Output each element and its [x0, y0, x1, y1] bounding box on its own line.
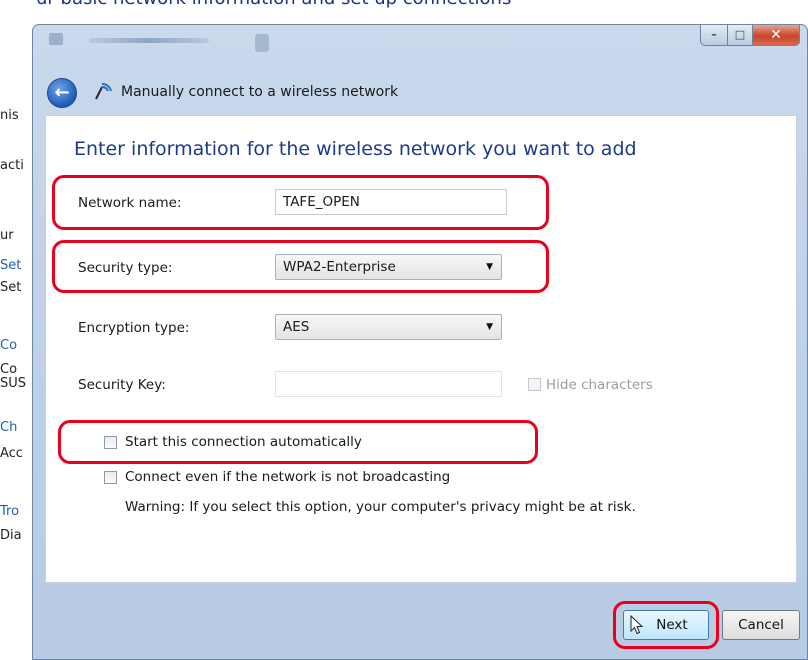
highlight-security-type: [52, 240, 549, 293]
highlight-start-automatically: [58, 420, 538, 464]
close-button[interactable]: ✕: [753, 25, 800, 46]
background-link[interactable]: Co: [0, 338, 36, 353]
title-bar[interactable]: – □ ✕: [33, 25, 807, 59]
cancel-button[interactable]: Cancel: [722, 610, 800, 640]
background-fragment: Dia: [0, 528, 22, 543]
wizard-window: – □ ✕ ← Manually connect to a wireless n…: [32, 24, 808, 660]
background-sidebar: SUS nis acti ur Set Set Co Co Ch Acc Tro…: [0, 28, 36, 659]
background-fragment: Acc: [0, 446, 23, 461]
security-key-input[interactable]: [275, 371, 502, 397]
maximize-button[interactable]: □: [728, 25, 753, 46]
background-fragment: SUS: [0, 376, 27, 391]
wizard-nav-bar: ← Manually connect to a wireless network: [33, 73, 807, 113]
page-heading: Enter information for the wireless netwo…: [74, 138, 637, 160]
background-fragment: nis: [0, 108, 19, 123]
hide-characters-checkbox[interactable]: [528, 378, 541, 391]
title-bar-glare: [89, 38, 209, 43]
connect-not-broadcasting-checkbox[interactable]: [104, 471, 117, 484]
hide-characters-label: Hide characters: [546, 377, 653, 393]
wireless-network-icon: [93, 81, 113, 103]
security-key-label: Security Key:: [78, 377, 166, 393]
command-bar: Next Cancel: [33, 599, 807, 657]
connect-not-broadcasting-label[interactable]: Connect even if the network is not broad…: [125, 469, 450, 485]
background-fragment: Set: [0, 280, 22, 295]
wireless-signal-svg: [95, 82, 112, 100]
background-header-text: ur basic network information and set up …: [36, 0, 511, 9]
title-bar-ornament: [255, 34, 269, 52]
highlight-next-button: [613, 601, 719, 649]
chevron-down-icon: ▼: [486, 322, 493, 332]
encryption-type-dropdown[interactable]: AES ▼: [275, 314, 502, 340]
privacy-warning-text: Warning: If you select this option, your…: [125, 499, 636, 515]
background-link[interactable]: Ch: [0, 420, 36, 435]
minimize-button[interactable]: –: [700, 25, 728, 46]
window-icon: [49, 33, 63, 45]
wizard-title: Manually connect to a wireless network: [121, 84, 399, 100]
background-link[interactable]: Tro: [0, 504, 36, 519]
encryption-type-value: AES: [283, 319, 310, 335]
back-arrow-icon[interactable]: ←: [47, 78, 77, 108]
background-fragment: Co: [0, 362, 18, 377]
wizard-content: Enter information for the wireless netwo…: [45, 115, 797, 583]
background-fragment: ur: [0, 228, 14, 243]
highlight-network-name: [52, 175, 549, 230]
encryption-type-label: Encryption type:: [78, 320, 190, 336]
background-link[interactable]: Set: [0, 258, 36, 273]
window-controls: – □ ✕: [700, 25, 800, 47]
background-fragment: acti: [0, 158, 24, 173]
